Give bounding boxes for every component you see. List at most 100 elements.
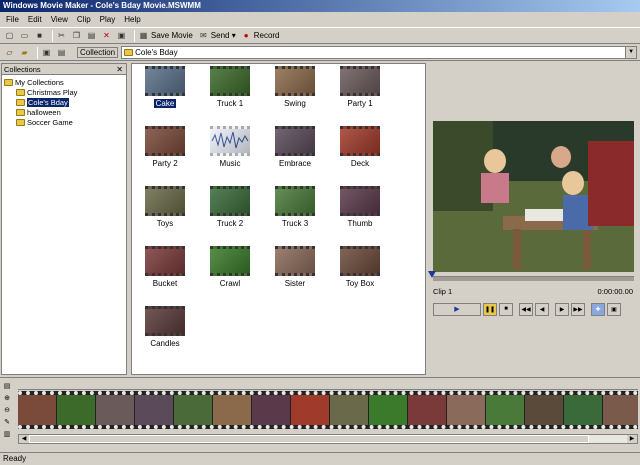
clip-truck-3[interactable]: Truck 3 xyxy=(264,186,326,228)
record-narration-icon[interactable]: ✎ xyxy=(2,418,12,427)
timeline-clip[interactable] xyxy=(57,395,95,425)
open-icon[interactable]: ▭ xyxy=(19,30,30,41)
scroll-left-icon[interactable]: ◀ xyxy=(19,435,29,443)
tree-item-label: halloween xyxy=(27,107,61,117)
seek-bar[interactable] xyxy=(433,276,634,281)
menu-file[interactable]: File xyxy=(6,15,19,24)
clip-thumbnail xyxy=(340,66,380,96)
clip-label: Candles xyxy=(150,339,180,348)
close-icon[interactable]: ✕ xyxy=(116,64,123,75)
properties-icon[interactable]: ▣ xyxy=(116,30,127,41)
timeline-clip[interactable] xyxy=(447,395,485,425)
menu-edit[interactable]: Edit xyxy=(28,15,42,24)
clip-music[interactable]: Music xyxy=(199,126,261,168)
timeline-clip[interactable] xyxy=(96,395,134,425)
clip-bucket[interactable]: Bucket xyxy=(134,246,196,288)
clip-toy-box[interactable]: Toy Box xyxy=(329,246,391,288)
play-icon: ▶ xyxy=(454,306,460,313)
tree-item-christmas-play[interactable]: Christmas Play xyxy=(4,87,126,97)
clip-party-1[interactable]: Party 1 xyxy=(329,66,391,108)
timeline-clip[interactable] xyxy=(213,395,251,425)
up-folder-icon[interactable]: ▱ xyxy=(4,47,15,58)
seek-slider-handle[interactable] xyxy=(428,271,436,279)
back-button[interactable]: ◀ xyxy=(535,302,549,316)
time-scale xyxy=(18,380,638,390)
clip-truck-1[interactable]: Truck 1 xyxy=(199,66,261,108)
views-icon[interactable]: ▤ xyxy=(56,47,67,58)
timeline-scrollbar[interactable]: ◀ ▶ xyxy=(18,434,638,444)
clip-label: Truck 1 xyxy=(216,99,244,108)
menu-clip[interactable]: Clip xyxy=(77,15,91,24)
chevron-down-icon[interactable]: ▼ xyxy=(625,47,637,58)
storyboard-timeline: ▤ ⊕ ⊖ ✎ ▥ ◀ ▶ xyxy=(0,377,640,450)
timeline-clip[interactable] xyxy=(330,395,368,425)
next-clip-button[interactable]: ▶▶ xyxy=(571,302,585,316)
send-button[interactable]: ✉ Send ▾ xyxy=(198,30,236,41)
timeline-clip[interactable] xyxy=(174,395,212,425)
timeline-clip[interactable] xyxy=(564,395,602,425)
scroll-right-icon[interactable]: ▶ xyxy=(627,435,637,443)
stop-button[interactable]: ■ xyxy=(499,302,513,316)
paste-icon[interactable]: ▤ xyxy=(86,30,97,41)
audio-levels-icon[interactable]: ▥ xyxy=(2,430,12,439)
clip-sister[interactable]: Sister xyxy=(264,246,326,288)
collection-label: Collection xyxy=(77,47,119,58)
clip-candles[interactable]: Candles xyxy=(134,306,196,348)
collection-dropdown[interactable]: Cole's Bday ▼ xyxy=(121,46,638,59)
menu-help[interactable]: Help xyxy=(124,15,140,24)
movie-icon: ▦ xyxy=(139,31,148,40)
timeline-clip[interactable] xyxy=(486,395,524,425)
record-button[interactable]: ● Record xyxy=(241,30,280,41)
timeline-clip[interactable] xyxy=(135,395,173,425)
scrollbar-thumb[interactable] xyxy=(29,435,589,443)
timeline-view-icon[interactable]: ▤ xyxy=(2,382,12,391)
clip-label: Crawl xyxy=(219,279,241,288)
delete-icon[interactable]: ✕ xyxy=(101,30,112,41)
clip-truck-2[interactable]: Truck 2 xyxy=(199,186,261,228)
folder-icon xyxy=(16,88,25,96)
tree-item-my-collections[interactable]: My Collections xyxy=(4,77,126,87)
split-clip-button[interactable]: ✚ xyxy=(591,302,605,316)
menu-play[interactable]: Play xyxy=(100,15,116,24)
pause-button[interactable]: ❚❚ xyxy=(483,302,497,316)
play-button[interactable]: ▶ xyxy=(433,302,481,316)
take-picture-button[interactable]: ▣ xyxy=(607,302,621,316)
timeline-clip[interactable] xyxy=(603,395,638,425)
clip-thumbnail xyxy=(275,66,315,96)
clip-toys[interactable]: Toys xyxy=(134,186,196,228)
timeline-clip[interactable] xyxy=(525,395,563,425)
tree-item-soccer-game[interactable]: Soccer Game xyxy=(4,117,126,127)
copy-icon[interactable]: ❐ xyxy=(71,30,82,41)
properties-view-icon[interactable]: ▣ xyxy=(41,47,52,58)
clip-swing[interactable]: Swing xyxy=(264,66,326,108)
clip-label: Party 2 xyxy=(152,159,178,168)
clip-deck[interactable]: Deck xyxy=(329,126,391,168)
folder-icon xyxy=(4,78,13,86)
clip-thumbnail xyxy=(210,246,250,276)
clip-party-2[interactable]: Party 2 xyxy=(134,126,196,168)
clip-crawl[interactable]: Crawl xyxy=(199,246,261,288)
clip-embrace[interactable]: Embrace xyxy=(264,126,326,168)
tree-item-coles-bday[interactable]: Cole's Bday xyxy=(4,97,126,107)
timeline-clip[interactable] xyxy=(291,395,329,425)
new-collection-icon[interactable]: ▰ xyxy=(19,47,30,58)
save-movie-button[interactable]: ▦ Save Movie xyxy=(138,30,193,41)
previous-clip-button[interactable]: ◀◀ xyxy=(519,302,533,316)
timeline-clip[interactable] xyxy=(252,395,290,425)
timeline-clip[interactable] xyxy=(369,395,407,425)
timeline-clip[interactable] xyxy=(408,395,446,425)
timeline-clip[interactable] xyxy=(18,395,56,425)
zoom-out-icon[interactable]: ⊖ xyxy=(2,406,12,415)
clip-cake[interactable]: Cake xyxy=(134,66,196,108)
menu-view[interactable]: View xyxy=(51,15,68,24)
forward-icon: ▶ xyxy=(559,306,565,313)
new-icon[interactable]: ▢ xyxy=(4,30,15,41)
forward-button[interactable]: ▶ xyxy=(555,302,569,316)
save-icon[interactable]: ■ xyxy=(34,30,45,41)
clip-thumb[interactable]: Thumb xyxy=(329,186,391,228)
zoom-in-icon[interactable]: ⊕ xyxy=(2,394,12,403)
tree-item-halloween[interactable]: halloween xyxy=(4,107,126,117)
clip-label: Music xyxy=(219,159,241,168)
cut-icon[interactable]: ✂ xyxy=(56,30,67,41)
clip-thumbnail xyxy=(340,186,380,216)
